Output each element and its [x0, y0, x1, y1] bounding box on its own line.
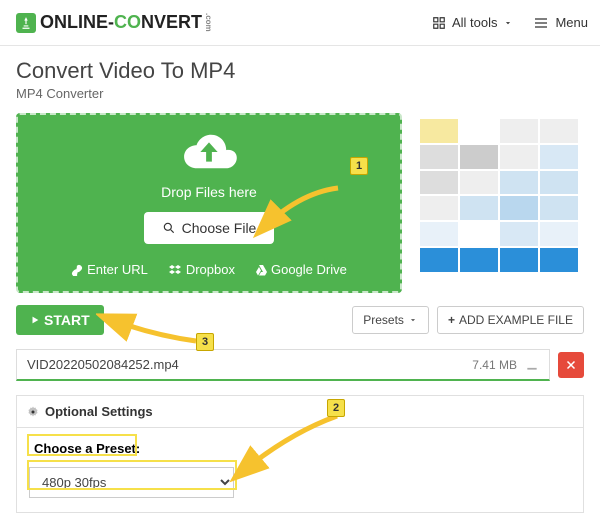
file-item: VID20220502084252.mp4 7.41 MB [16, 349, 550, 381]
menu-button[interactable]: Menu [533, 15, 588, 31]
topbar: ONLINE-CONVERT .com All tools Menu [0, 0, 600, 46]
chevron-down-icon [408, 315, 418, 325]
ad-placeholder [414, 113, 584, 278]
logo[interactable]: ONLINE-CONVERT .com [16, 12, 213, 33]
drop-text: Drop Files here [28, 184, 390, 200]
arrow-3 [96, 303, 206, 348]
presets-label: Presets [363, 313, 404, 327]
close-icon [565, 359, 577, 371]
dropbox-button[interactable]: Dropbox [168, 262, 235, 277]
choose-file-button[interactable]: Choose File [144, 212, 275, 244]
download-icon[interactable] [525, 358, 539, 372]
enter-url-button[interactable]: Enter URL [71, 262, 148, 277]
logo-icon [16, 13, 36, 33]
gear-icon [27, 406, 39, 418]
file-size: 7.41 MB [472, 358, 517, 372]
preset-label: Choose a Preset: [29, 438, 145, 459]
grid-icon [432, 16, 446, 30]
add-example-label: ADD EXAMPLE FILE [459, 313, 573, 327]
search-icon [162, 221, 176, 235]
chevron-down-icon [503, 18, 513, 28]
settings-header-label: Optional Settings [45, 404, 153, 419]
all-tools-label: All tools [452, 15, 498, 30]
brand-text: ONLINE-CONVERT [40, 12, 202, 33]
annotation-1: 1 [350, 157, 368, 175]
dropbox-icon [168, 264, 182, 276]
start-label: START [44, 312, 90, 328]
preset-select[interactable]: 480p 30fps [29, 467, 234, 498]
link-icon [71, 264, 83, 276]
cloud-upload-icon [178, 129, 240, 175]
alt-sources: Enter URL Dropbox Google Drive [28, 262, 390, 277]
add-example-button[interactable]: + ADD EXAMPLE FILE [437, 306, 584, 334]
hamburger-icon [533, 15, 549, 31]
all-tools-button[interactable]: All tools [432, 15, 514, 30]
optional-settings: Optional Settings Choose a Preset: 480p … [16, 395, 584, 513]
gdrive-icon [255, 264, 267, 276]
top-nav: All tools Menu [432, 15, 588, 31]
settings-header[interactable]: Optional Settings [17, 396, 583, 428]
file-name: VID20220502084252.mp4 [27, 357, 472, 372]
remove-file-button[interactable] [558, 352, 584, 378]
brand-suffix: .com [204, 13, 213, 32]
choose-file-label: Choose File [182, 220, 257, 236]
start-button[interactable]: START [16, 305, 104, 335]
page-subtitle: MP4 Converter [16, 86, 584, 101]
play-icon [30, 315, 40, 325]
menu-label: Menu [555, 15, 588, 30]
page-title: Convert Video To MP4 [16, 58, 584, 84]
presets-button[interactable]: Presets [352, 306, 429, 334]
dropzone[interactable]: Drop Files here Choose File Enter URL Dr… [16, 113, 402, 293]
google-drive-button[interactable]: Google Drive [255, 262, 347, 277]
